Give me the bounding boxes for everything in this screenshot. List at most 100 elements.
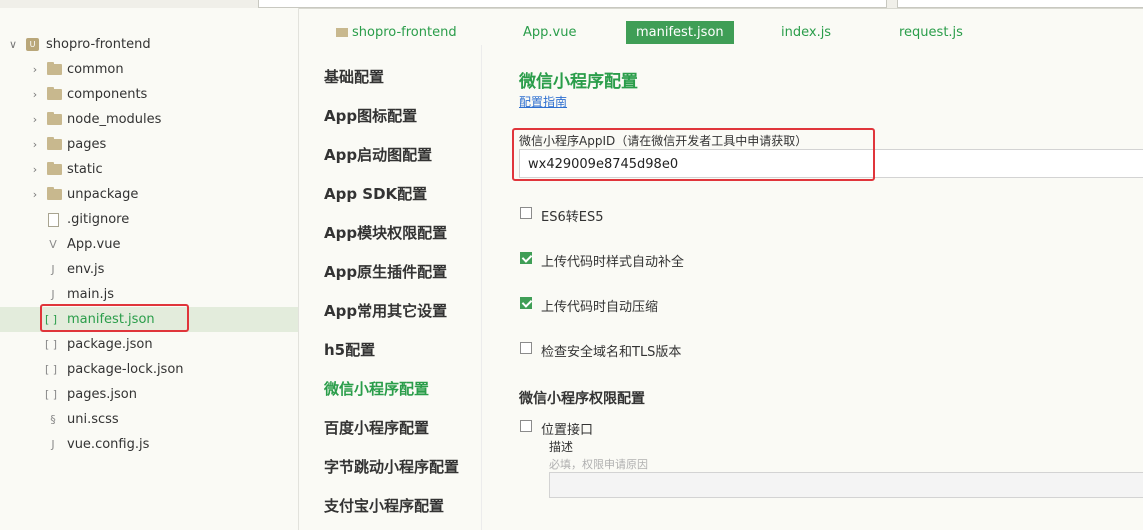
tab-index-js[interactable]: index.js — [781, 21, 831, 44]
tree-item-components[interactable]: › components — [0, 82, 298, 107]
permission-section-title: 微信小程序权限配置 — [519, 391, 645, 407]
chevron-right-icon[interactable]: › — [30, 163, 40, 177]
chevron-right-icon[interactable]: › — [30, 113, 40, 127]
chevron-right-icon[interactable]: › — [30, 63, 40, 77]
option-label: 上传代码时样式自动补全 — [541, 255, 685, 270]
folder-icon — [47, 137, 62, 150]
tree-item-package-json[interactable]: [ ] package.json — [0, 332, 298, 357]
chevron-down-icon[interactable]: ∨ — [8, 38, 18, 52]
file-icon — [48, 212, 59, 227]
tab-app-vue[interactable]: App.vue — [523, 21, 576, 44]
search-bar[interactable] — [897, 0, 1143, 8]
tab-label: manifest.json — [636, 25, 724, 40]
folder-icon — [47, 187, 62, 200]
js-file-icon: J — [51, 263, 55, 276]
tree-item-app-vue[interactable]: V App.vue — [0, 232, 298, 257]
chevron-right-icon[interactable]: › — [30, 88, 40, 102]
desc-label: 描述 — [549, 440, 574, 454]
tree-item-label: package.json — [67, 337, 153, 352]
tree-item-label: node_modules — [67, 112, 162, 127]
menu-item-toutiao-mp[interactable]: 字节跳动小程序配置 — [324, 456, 459, 477]
json-file-icon: [ ] — [44, 388, 58, 401]
project-icon: U — [26, 38, 39, 51]
folder-icon — [336, 28, 348, 37]
editor-tabs: shopro-frontend App.vue manifest.json in… — [299, 8, 1143, 45]
tree-item-unpackage[interactable]: › unpackage — [0, 182, 298, 207]
checkbox[interactable] — [520, 420, 532, 432]
menu-item-app-modules[interactable]: App模块权限配置 — [324, 222, 447, 243]
scss-file-icon: § — [50, 413, 56, 426]
tab-label: request.js — [899, 25, 963, 40]
tree-item-label: App.vue — [67, 237, 121, 252]
tree-item-node-modules[interactable]: › node_modules — [0, 107, 298, 132]
tree-project-root[interactable]: ∨ U shopro-frontend — [0, 32, 298, 57]
tree-item-label: main.js — [67, 287, 114, 302]
project-name: shopro-frontend — [46, 37, 151, 52]
menu-item-h5[interactable]: h5配置 — [324, 339, 375, 360]
tab-label: shopro-frontend — [352, 25, 457, 40]
tab-request-js[interactable]: request.js — [899, 21, 963, 44]
desc-hint: 必填，权限申请原因 — [549, 458, 648, 471]
menu-item-basic[interactable]: 基础配置 — [324, 66, 384, 87]
address-bar[interactable] — [258, 0, 887, 8]
option-label: ES6转ES5 — [541, 210, 604, 225]
tree-item-label: vue.config.js — [67, 437, 150, 452]
tree-item-label: package-lock.json — [67, 362, 184, 377]
highlight-box-appid — [512, 128, 875, 181]
folder-icon — [47, 62, 62, 75]
menu-item-baidu-mp[interactable]: 百度小程序配置 — [324, 417, 429, 438]
tree-item-static[interactable]: › static — [0, 157, 298, 182]
desc-input[interactable] — [549, 472, 1143, 498]
checkbox-checked[interactable] — [520, 252, 532, 264]
config-guide-link[interactable]: 配置指南 — [519, 93, 567, 110]
tree-item-env-js[interactable]: J env.js — [0, 257, 298, 282]
menu-item-app-sdk[interactable]: App SDK配置 — [324, 183, 427, 204]
option-label: 位置接口 — [541, 423, 594, 438]
tree-item-pages-json[interactable]: [ ] pages.json — [0, 382, 298, 407]
tree-item-label: static — [67, 162, 103, 177]
checkbox[interactable] — [520, 342, 532, 354]
tab-label: index.js — [781, 25, 832, 40]
option-label: 检查安全域名和TLS版本 — [541, 345, 682, 360]
tab-manifest-json[interactable]: manifest.json — [626, 21, 734, 44]
folder-icon — [47, 112, 62, 125]
menu-item-app-splash[interactable]: App启动图配置 — [324, 144, 432, 165]
page-title: 微信小程序配置 — [519, 72, 638, 92]
tab-shopro-frontend[interactable]: shopro-frontend — [336, 21, 457, 44]
folder-icon — [47, 87, 62, 100]
tree-item-label: common — [67, 62, 124, 77]
json-file-icon: [ ] — [44, 363, 58, 376]
config-content: 微信小程序配置 配置指南 微信小程序AppID（请在微信开发者工具中申请获取） … — [482, 45, 1143, 530]
tree-item-uni-scss[interactable]: § uni.scss — [0, 407, 298, 432]
menu-item-weixin-mp[interactable]: 微信小程序配置 — [324, 378, 429, 399]
tree-item-label: env.js — [67, 262, 105, 277]
tree-item-pages[interactable]: › pages — [0, 132, 298, 157]
folder-icon — [47, 162, 62, 175]
vue-file-icon: V — [49, 238, 57, 251]
tab-label: App.vue — [523, 25, 577, 40]
tree-item-common[interactable]: › common — [0, 57, 298, 82]
tree-item-label: uni.scss — [67, 412, 119, 427]
chevron-right-icon[interactable]: › — [30, 138, 40, 152]
checkbox-checked[interactable] — [520, 297, 532, 309]
tree-item-label: unpackage — [67, 187, 139, 202]
menu-item-alipay-mp[interactable]: 支付宝小程序配置 — [324, 495, 444, 516]
menu-item-app-other[interactable]: App常用其它设置 — [324, 300, 447, 321]
tree-item-label: components — [67, 87, 148, 102]
menu-item-app-native-plugins[interactable]: App原生插件配置 — [324, 261, 447, 282]
menu-item-app-icon[interactable]: App图标配置 — [324, 105, 417, 126]
tree-item-vue-config-js[interactable]: J vue.config.js — [0, 432, 298, 457]
option-label: 上传代码时自动压缩 — [541, 300, 659, 315]
highlight-box-manifest — [40, 304, 189, 332]
tree-item-label: .gitignore — [67, 212, 130, 227]
tree-item-gitignore[interactable]: .gitignore — [0, 207, 298, 232]
config-menu: 基础配置 App图标配置 App启动图配置 App SDK配置 App模块权限配… — [299, 45, 482, 530]
tree-item-label: pages.json — [67, 387, 137, 402]
checkbox[interactable] — [520, 207, 532, 219]
json-file-icon: [ ] — [44, 338, 58, 351]
tree-item-package-lock-json[interactable]: [ ] package-lock.json — [0, 357, 298, 382]
js-file-icon: J — [51, 288, 55, 301]
project-explorer: ∨ U shopro-frontend › common › component… — [0, 8, 299, 530]
js-file-icon: J — [51, 438, 55, 451]
chevron-right-icon[interactable]: › — [30, 188, 40, 202]
